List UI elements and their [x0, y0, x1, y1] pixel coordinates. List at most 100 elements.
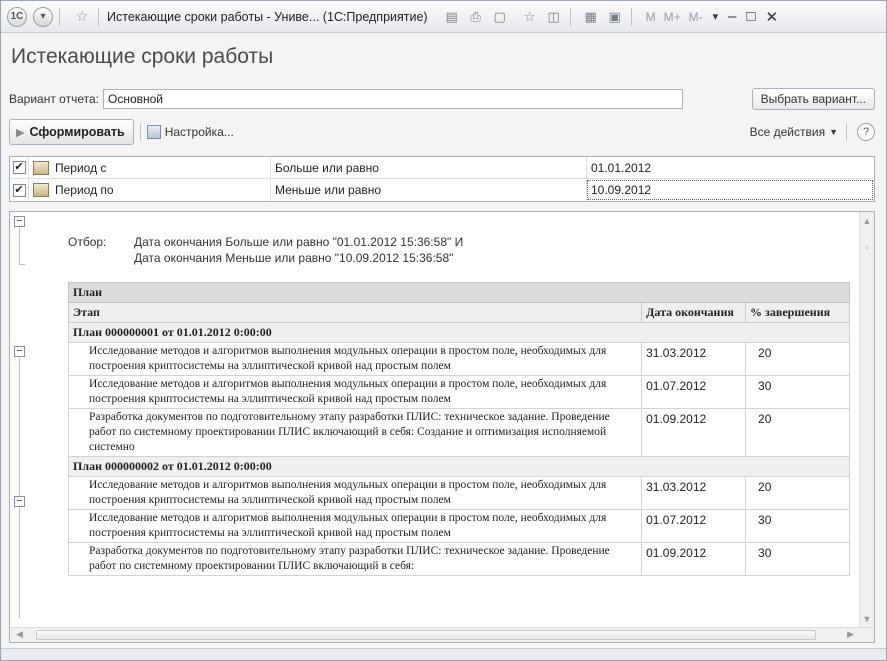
percent-cell: 30	[745, 375, 850, 409]
settings-value[interactable]: 01.01.2012	[586, 157, 874, 178]
bookmark-icon[interactable]: ◫	[544, 7, 564, 27]
scroll-right-icon[interactable]: ▶	[847, 629, 854, 640]
date-cell: 01.09.2012	[641, 408, 747, 457]
title-bar: 1С ▾ ☆ Истекающие сроки работы - Униве..…	[1, 1, 886, 33]
1c-logo-icon[interactable]: 1С	[7, 6, 27, 27]
table-row[interactable]: Исследование методов и алгоритмов выполн…	[67, 342, 850, 376]
table-row[interactable]: Исследование методов и алгоритмов выполн…	[67, 375, 850, 409]
favorite-icon[interactable]: ☆	[520, 7, 540, 27]
horizontal-scroll-thumb[interactable]	[36, 630, 816, 640]
table-header-columns: Этап Дата окончания % завершения	[67, 302, 850, 323]
scroll-down-icon[interactable]: ▼	[862, 614, 872, 624]
horizontal-scrollbar[interactable]: ◀ ▶	[10, 627, 874, 642]
table-row[interactable]: Исследование методов и алгоритмов выполн…	[67, 509, 850, 543]
settings-condition[interactable]: Меньше или равно	[270, 179, 586, 201]
calendar-icon[interactable]: ▣	[605, 7, 625, 27]
stage-cell: Исследование методов и алгоритмов выполн…	[67, 509, 643, 543]
filter-block: Отбор: Дата окончания Больше или равно "0…	[68, 234, 463, 266]
stage-cell: Исследование методов и алгоритмов выполн…	[67, 342, 643, 376]
settings-row[interactable]: ✔ Период по Меньше или равно 10.09.2012	[10, 179, 874, 201]
percent-cell: 30	[745, 542, 850, 576]
choose-variant-button[interactable]: Выбрать вариант...	[751, 88, 875, 110]
collapse-icon[interactable]: −	[14, 496, 25, 507]
memory-plus-button[interactable]: M+	[664, 10, 681, 24]
status-bar	[1, 648, 886, 660]
settings-name: Период по	[55, 183, 114, 197]
title-separator	[569, 7, 571, 26]
close-icon[interactable]: ✕	[766, 8, 779, 26]
parameter-icon	[33, 160, 49, 175]
preview-icon[interactable]: ▢	[490, 7, 510, 27]
menu-dropdown-icon[interactable]: ▾	[33, 6, 53, 27]
checkbox[interactable]: ✔	[12, 183, 26, 197]
settings-check-cell[interactable]: ✔	[10, 161, 28, 174]
filter-line: Дата окончания Больше или равно "01.01.2…	[134, 235, 464, 249]
scroll-left-icon[interactable]: ◀	[16, 629, 23, 640]
tree-line	[19, 264, 25, 265]
date-cell: 31.03.2012	[641, 476, 747, 510]
settings-row[interactable]: ✔ Период с Больше или равно 01.01.2012	[10, 157, 874, 179]
variant-field[interactable]: Основной	[103, 89, 683, 109]
calculator-icon[interactable]: ▦	[581, 7, 601, 27]
all-actions-button[interactable]: Все действия ▼	[750, 125, 838, 139]
collapse-icon[interactable]: −	[14, 346, 25, 357]
stage-cell: Разработка документов по подготовительно…	[67, 542, 643, 576]
memory-m-button[interactable]: M	[646, 10, 656, 24]
group-title: План 000000002 от 01.01.2012 0:00:00	[68, 456, 850, 477]
table-row[interactable]: Разработка документов по подготовительно…	[67, 408, 850, 457]
vertical-scrollbar[interactable]: ▲ ▫ ▼	[859, 212, 874, 628]
date-cell: 01.07.2012	[641, 375, 747, 409]
chevron-down-icon[interactable]: ▾	[713, 10, 719, 23]
save-icon[interactable]: ▤	[442, 7, 462, 27]
percent-cell: 20	[745, 342, 850, 376]
settings-button[interactable]: Настройка...	[146, 125, 234, 139]
title-separator	[630, 7, 632, 26]
help-button[interactable]: ?	[857, 123, 875, 141]
date-cell: 01.09.2012	[641, 542, 747, 576]
variant-label: Вариант отчета:	[9, 92, 99, 106]
maximize-icon[interactable]: □	[746, 8, 755, 25]
group-row[interactable]: План 000000001 от 01.01.2012 0:00:00	[68, 322, 850, 343]
report-toolbar: ▶ Сформировать Настройка... Все действия…	[9, 119, 875, 145]
settings-name: Период с	[55, 160, 107, 175]
star-icon[interactable]: ☆	[72, 7, 92, 27]
toolbar-separator	[846, 123, 847, 141]
group-row[interactable]: План 000000002 от 01.01.2012 0:00:00	[68, 456, 850, 477]
filter-label: Отбор:	[68, 235, 107, 249]
settings-condition[interactable]: Больше или равно	[270, 157, 586, 178]
date-cell: 31.03.2012	[641, 342, 747, 376]
settings-table: ✔ Период с Больше или равно 01.01.2012 ✔…	[9, 156, 875, 202]
stage-cell: Разработка документов по подготовительно…	[67, 408, 643, 457]
scroll-thumb-grip-icon[interactable]: ▫	[862, 242, 872, 252]
checkbox[interactable]: ✔	[12, 161, 26, 174]
percent-cell: 20	[745, 408, 850, 457]
report-table: План Этап Дата окончания % завершения Пл…	[67, 282, 850, 576]
app-window: 1С ▾ ☆ Истекающие сроки работы - Униве..…	[0, 0, 887, 661]
table-row[interactable]: Исследование методов и алгоритмов выполн…	[67, 476, 850, 510]
table-row[interactable]: Разработка документов по подготовительно…	[67, 542, 850, 576]
tree-line	[19, 228, 20, 264]
tree-line	[19, 358, 20, 496]
collapse-icon[interactable]: −	[14, 216, 25, 227]
group-title: План 000000001 от 01.01.2012 0:00:00	[68, 322, 850, 343]
stage-cell: Исследование методов и алгоритмов выполн…	[67, 375, 643, 409]
chevron-down-icon: ▼	[829, 127, 838, 137]
play-icon: ▶	[16, 126, 25, 139]
settings-label: Настройка...	[164, 125, 234, 139]
toolbar-separator	[139, 123, 141, 141]
print-icon[interactable]: ⎙	[466, 7, 486, 27]
scroll-up-icon[interactable]: ▲	[862, 216, 872, 226]
memory-minus-button[interactable]: M-	[689, 10, 703, 24]
percent-cell: 30	[745, 509, 850, 543]
report-document[interactable]: − Отбор: Дата окончания Больше или равно …	[9, 211, 875, 643]
variant-row: Вариант отчета: Основной Выбрать вариант…	[9, 88, 875, 110]
stage-cell: Исследование методов и алгоритмов выполн…	[67, 476, 643, 510]
generate-button[interactable]: ▶ Сформировать	[9, 119, 134, 145]
all-actions-label: Все действия	[749, 125, 826, 139]
minimize-icon[interactable]: –	[728, 8, 736, 25]
settings-value[interactable]: 10.09.2012	[586, 179, 874, 201]
date-cell: 01.07.2012	[641, 509, 747, 543]
window-title: Истекающие сроки работы - Униве... (1С:П…	[107, 9, 428, 24]
page-title: Истекающие сроки работы	[11, 45, 274, 68]
settings-check-cell[interactable]: ✔	[10, 183, 28, 197]
